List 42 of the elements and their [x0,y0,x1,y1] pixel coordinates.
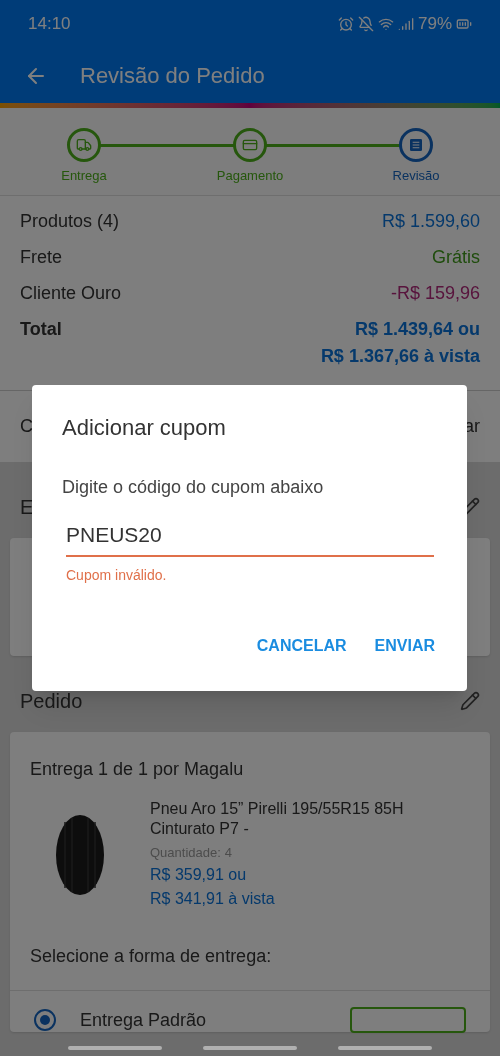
summary-label: Produtos (4) [20,210,120,233]
total-label: Total [20,318,62,341]
coupon-label: C [20,415,33,438]
summary-value: -R$ 159,96 [390,282,480,305]
document-icon [408,137,424,153]
total-value: R$ 1.367,66 à vista [320,345,480,368]
total-value: R$ 1.439,64 ou [354,318,480,341]
delivery-option-name: Entrega Padrão [80,1008,207,1032]
signal-icon [397,16,414,32]
cash-price: R$ 341,91 à vista [150,888,276,909]
delivery-prompt: Selecione a forma de entrega: [30,944,273,968]
summary-value: Grátis [432,246,480,269]
nav-handle[interactable] [68,1046,163,1050]
summary-label: Cliente Ouro [20,282,122,305]
alarm-icon [337,16,354,32]
battery-icon [456,16,472,32]
error-message: Cupom inválido. [66,565,168,585]
coupon-input[interactable]: PNEUS20 [66,519,434,557]
summary-value: R$ 1.599,60 [381,210,480,233]
step-label: Entrega [61,167,107,185]
radio-button[interactable] [34,1009,56,1031]
wifi-icon [377,16,394,32]
dialog-button[interactable]: ENVIAR [374,633,435,658]
nav-handle[interactable] [337,1046,432,1050]
summary-label: Frete [20,246,62,269]
truck-icon [76,137,92,153]
nav-handle[interactable] [203,1046,297,1050]
mute-icon [357,16,374,32]
dialog-message: Digite o código do cupom abaixo [62,476,325,499]
section-title: E [20,495,34,520]
product-price: R$ 359,91 ou [150,864,248,885]
shipment-title: Entrega 1 de 1 por Magalu [30,758,245,781]
card-icon [242,137,258,153]
product-name: Pneu Aro 15” Pirelli 195/55R15 85H Cinturato P7 - [150,799,405,839]
battery-percent: 79% [417,13,452,36]
step-label: Revisão [392,167,440,185]
status-time: 14:10 [28,13,71,36]
section-title: Pedido [20,689,83,714]
dialog-button[interactable]: CANCELAR [256,633,347,658]
step-label: Pagamento [216,167,284,185]
page-title: Revisão do Pedido [80,62,265,90]
dialog-title: Adicionar cupom [62,414,227,442]
